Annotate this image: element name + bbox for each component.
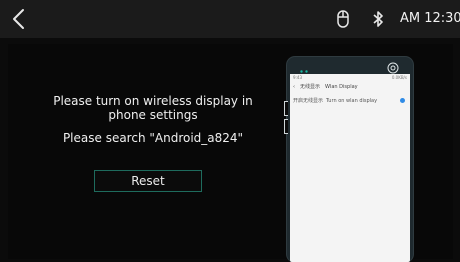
instruction-line-2: phone settings bbox=[108, 108, 198, 122]
row-label-en: Turn on wlan display bbox=[326, 97, 378, 104]
chevron-left-icon: ‹ bbox=[293, 83, 295, 90]
back-arrow-icon bbox=[13, 9, 24, 29]
instruction-text: Please turn on wireless display in phone… bbox=[8, 94, 298, 122]
phone-time: 9:43 bbox=[293, 75, 302, 80]
status-time: AM 12:30 bbox=[400, 11, 460, 26]
camera-icon bbox=[387, 62, 399, 74]
mouse-icon bbox=[337, 10, 349, 28]
back-button[interactable] bbox=[9, 7, 31, 31]
phone-status-bar: 9:43 0.0KB/s bbox=[290, 74, 410, 81]
phone-header: ‹ 无线显示 Wlan Display bbox=[290, 81, 410, 92]
reset-button[interactable]: Reset bbox=[94, 170, 202, 192]
top-bar: AM 12:30 bbox=[0, 0, 460, 38]
phone-status-info: 0.0KB/s bbox=[391, 75, 407, 80]
phone-illustration: 9:43 0.0KB/s ‹ 无线显示 Wlan Display 开启无线显示 … bbox=[284, 57, 413, 262]
toggle-indicator bbox=[400, 98, 405, 103]
side-button bbox=[284, 101, 288, 116]
search-device-text: Please search "Android_a824" bbox=[62, 131, 244, 145]
phone-header-en: Wlan Display bbox=[325, 83, 358, 90]
wlan-display-row: 开启无线显示 Turn on wlan display bbox=[290, 94, 410, 107]
bluetooth-icon bbox=[373, 11, 383, 27]
phone-header-cn: 无线显示 bbox=[300, 84, 321, 90]
indicator-dots-icon bbox=[300, 70, 308, 73]
phone-screen: 9:43 0.0KB/s ‹ 无线显示 Wlan Display 开启无线显示 … bbox=[290, 74, 410, 262]
main-panel: Please turn on wireless display in phone… bbox=[8, 44, 453, 262]
instruction-line-1: Please turn on wireless display in bbox=[53, 94, 253, 108]
side-button bbox=[284, 119, 288, 134]
row-label-cn: 开启无线显示 bbox=[293, 98, 324, 104]
